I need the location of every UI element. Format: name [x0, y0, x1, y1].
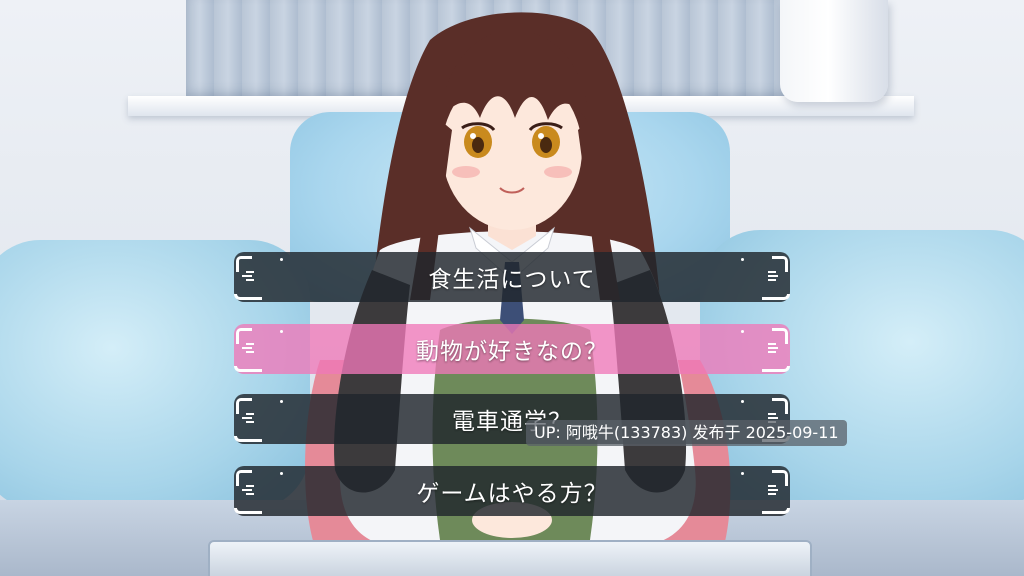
bottom-notch-icon — [234, 366, 262, 372]
choice-option-4[interactable]: ゲームはやる方？ — [234, 466, 790, 516]
dot-icon — [280, 472, 283, 475]
dot-icon — [741, 258, 744, 261]
tick-marks-icon — [242, 483, 256, 501]
dot-icon — [280, 400, 283, 403]
game-scene: 食生活について 動物が好きなの？ 電車通学？ ゲームはやる方？ UP: 阿哦牛(… — [0, 0, 1024, 576]
bottom-notch-icon — [762, 508, 790, 514]
tick-marks-icon — [242, 341, 256, 359]
bottom-notch-icon — [234, 436, 262, 442]
choice-option-1[interactable]: 食生活について — [234, 252, 790, 302]
dot-icon — [741, 400, 744, 403]
tick-marks-icon — [768, 483, 782, 501]
dot-icon — [280, 330, 283, 333]
choice-label: 動物が好きなの？ — [416, 339, 608, 365]
choice-label: ゲームはやる方？ — [416, 481, 608, 507]
tick-marks-icon — [242, 269, 256, 287]
choice-option-2[interactable]: 動物が好きなの？ — [234, 324, 790, 374]
bottom-notch-icon — [234, 294, 262, 300]
bottom-notch-icon — [234, 508, 262, 514]
upload-watermark: UP: 阿哦牛(133783) 发布于 2025-09-11 — [526, 420, 847, 446]
choice-menu: 食生活について 動物が好きなの？ 電車通学？ ゲームはやる方？ — [0, 0, 1024, 576]
bottom-notch-icon — [762, 366, 790, 372]
dot-icon — [741, 472, 744, 475]
bottom-notch-icon — [762, 294, 790, 300]
dot-icon — [280, 258, 283, 261]
tick-marks-icon — [768, 341, 782, 359]
dot-icon — [741, 330, 744, 333]
tick-marks-icon — [768, 269, 782, 287]
choice-label: 食生活について — [428, 267, 596, 293]
tick-marks-icon — [242, 411, 256, 429]
